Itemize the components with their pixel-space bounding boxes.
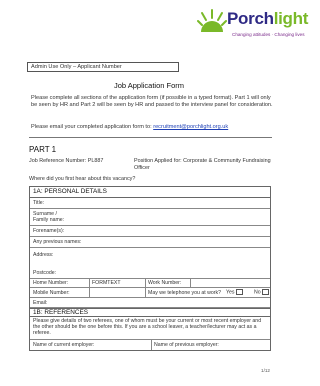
address-field[interactable]: Address: Postcode: <box>30 248 270 279</box>
references-instructions: Please give details of two referees, one… <box>30 317 270 340</box>
surname-field[interactable]: Surname / Family name: <box>30 209 270 226</box>
email-prompt: Please email your completed application … <box>31 124 152 130</box>
yes-checkbox[interactable] <box>235 289 243 295</box>
admin-applicant-number-box: Admin Use Only – Applicant Number <box>27 62 179 72</box>
part-heading: PART 1 <box>29 145 57 154</box>
email-label: Email: <box>33 299 48 306</box>
vacancy-source-question: Where did you first hear about this vaca… <box>29 176 136 182</box>
home-number-field[interactable]: FORMTEXT <box>92 280 121 286</box>
brand-name-part1: Porch <box>227 9 274 28</box>
sunburst-logo-icon <box>197 9 227 32</box>
recruitment-email-link[interactable]: recruitment@porchlight.org.uk <box>153 124 228 130</box>
previous-employer-label: Name of previous employer: <box>154 341 219 348</box>
personal-details-heading: 1A: PERSONAL DETAILS <box>30 187 270 198</box>
telephone-work-no[interactable]: No <box>254 289 270 296</box>
surname-label: Surname / Family name: <box>33 211 65 223</box>
current-employer-label: Name of current employer: <box>33 341 95 348</box>
divider <box>29 137 272 138</box>
position-applied: Position Applied for: Corporate & Commun… <box>134 158 271 171</box>
forenames-label: Forename(s): <box>33 228 65 234</box>
yes-label: Yes <box>226 289 235 296</box>
postcode-label: Postcode: <box>33 270 57 276</box>
mobile-row: Mobile Number: May we telephone you at w… <box>30 288 270 298</box>
telephone-at-work-question: May we telephone you at work? <box>148 289 221 296</box>
brand-logo: Porchlight <box>227 9 308 29</box>
brand-name-part2: light <box>273 9 309 28</box>
phone-row: Home Number: FORMTEXT Work Number: <box>30 279 270 288</box>
previous-names-label: Any previous names: <box>33 239 82 245</box>
mobile-number-label: Mobile Number: <box>33 289 70 296</box>
no-label: No <box>254 289 261 296</box>
email-field[interactable]: Email: <box>30 298 270 308</box>
telephone-work-yes[interactable]: Yes <box>226 289 243 295</box>
email-instruction: Please email your completed application … <box>31 124 228 130</box>
references-heading: 1B: REFERENCES <box>30 308 270 317</box>
job-reference: Job Reference Number: PL887 <box>29 158 104 164</box>
title-label: Title: <box>33 200 45 206</box>
home-number-label: Home Number: <box>33 280 69 286</box>
form-title: Job Application Form <box>113 81 185 90</box>
brand-tagline: Changing attitudes · Changing lives <box>232 32 305 37</box>
intro-text: Please complete all sections of the appl… <box>31 95 273 109</box>
previous-names-field[interactable]: Any previous names: <box>30 237 270 248</box>
address-label: Address: <box>33 252 54 258</box>
no-checkbox[interactable] <box>262 289 270 295</box>
personal-details-form: 1A: PERSONAL DETAILS Title: Surname / Fa… <box>29 186 271 351</box>
title-field[interactable]: Title: <box>30 198 270 209</box>
employer-row: Name of current employer: Name of previo… <box>30 340 270 350</box>
page-number: 1/12 <box>261 368 270 373</box>
work-number-label: Work Number: <box>148 280 182 286</box>
forenames-field[interactable]: Forename(s): <box>30 226 270 237</box>
